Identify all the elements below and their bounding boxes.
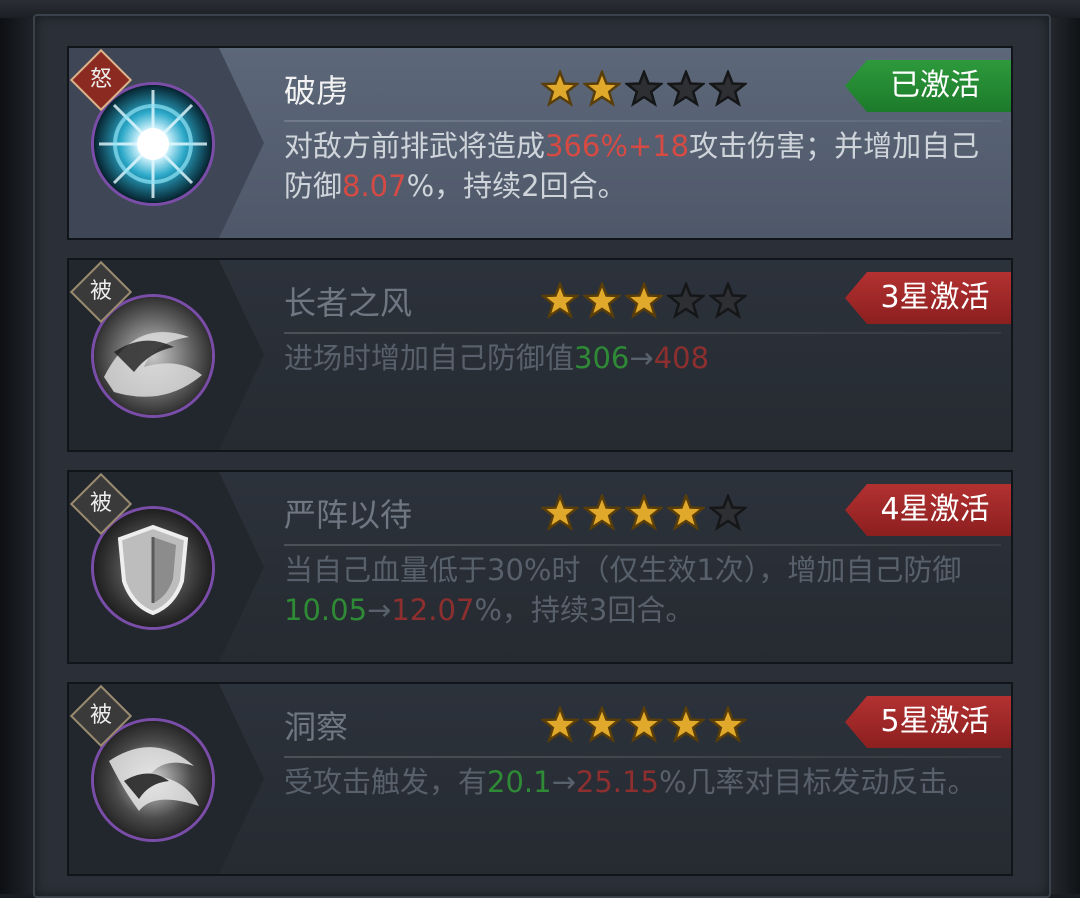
description-text: %，持续3回合。 — [474, 593, 695, 627]
description-text: 对敌方前排武将造成 — [284, 129, 546, 163]
star-filled-icon — [541, 706, 579, 743]
skill-card[interactable]: 被 严阵以待 当自己血量低于30%时（仅生效1次），增加自己防御 10.05→12… — [67, 470, 1013, 664]
star-filled-icon — [625, 706, 663, 743]
skill-type-badge: 被 — [89, 703, 112, 728]
skill-type-badge: 怒 — [89, 67, 112, 92]
skill-card[interactable]: 被 长者之风 进场时增加自己防御值306→408 3星激活 — [67, 258, 1013, 452]
star-filled-icon — [583, 494, 621, 531]
description-text: 进场时增加自己防御值 — [284, 341, 575, 375]
star-filled-icon — [583, 706, 621, 743]
skill-description: 受攻击触发，有20.1→25.15%几率对目标发动反击。 — [284, 762, 994, 802]
star-rating — [541, 70, 747, 108]
skill-name: 破虏 — [284, 72, 349, 110]
skill-name: 长者之风 — [284, 284, 413, 322]
description-text: 当自己血量低于30%时（仅生效1次），增加自己防御 — [284, 553, 962, 587]
description-text: 受攻击触发，有 — [284, 765, 488, 799]
star-filled-icon — [583, 70, 621, 107]
star-filled-icon — [541, 494, 579, 531]
star-empty-icon — [667, 282, 705, 319]
star-filled-icon — [667, 494, 705, 531]
star-empty-icon — [667, 70, 705, 107]
description-text: → — [367, 593, 392, 627]
value-highlight-green: 10.05 — [284, 593, 368, 627]
value-highlight-red: 12.07 — [391, 593, 475, 627]
skill-type-badge: 被 — [89, 279, 112, 304]
skill-description: 对敌方前排武将造成366%+18攻击伤害；并增加自己防御8.07%，持续2回合。 — [284, 126, 994, 206]
value-highlight-green: 306 — [574, 341, 630, 375]
description-text: → — [551, 765, 576, 799]
star-filled-icon — [541, 70, 579, 107]
skill-description: 当自己血量低于30%时（仅生效1次），增加自己防御 10.05→12.07%，持续… — [284, 550, 994, 630]
activation-status-tag: 3星激活 — [845, 272, 1011, 324]
description-text: %几率对目标发动反击。 — [658, 765, 977, 799]
divider — [284, 120, 1001, 122]
divider — [284, 544, 1001, 546]
star-rating — [541, 282, 747, 320]
skill-card[interactable]: 怒 破虏 对敌方前排武将造成366%+18攻击伤害；并增加自己防御8.07%，持… — [67, 46, 1013, 240]
star-filled-icon — [583, 282, 621, 319]
star-empty-icon — [709, 494, 747, 531]
skill-type-badge: 被 — [89, 491, 112, 516]
skill-name: 洞察 — [284, 708, 349, 746]
value-highlight-red: 408 — [653, 341, 710, 375]
skill-card[interactable]: 被 洞察 受攻击触发，有20.1→25.15%几率对目标发动反击。 5星激活 — [67, 682, 1013, 876]
star-filled-icon — [625, 282, 663, 319]
activation-status-tag: 5星激活 — [845, 696, 1011, 748]
value-highlight-red: 366%+18 — [545, 129, 690, 163]
skill-description: 进场时增加自己防御值306→408 — [284, 338, 994, 378]
star-empty-icon — [709, 70, 747, 107]
divider — [284, 756, 1001, 758]
star-rating — [541, 706, 747, 744]
divider — [284, 332, 1001, 334]
activation-status-tag: 4星激活 — [845, 484, 1011, 536]
skill-name: 严阵以待 — [284, 496, 413, 534]
value-highlight-red: 25.15 — [575, 765, 659, 799]
star-empty-icon — [625, 70, 663, 107]
value-highlight-green: 20.1 — [487, 765, 552, 799]
star-filled-icon — [625, 494, 663, 531]
star-rating — [541, 494, 747, 532]
star-empty-icon — [709, 282, 747, 319]
value-highlight-red: 8.07 — [342, 169, 407, 203]
activation-status-tag: 已激活 — [845, 60, 1011, 112]
star-filled-icon — [667, 706, 705, 743]
description-text: %，持续2回合。 — [406, 169, 627, 203]
description-text: → — [629, 341, 654, 375]
star-filled-icon — [541, 282, 579, 319]
star-filled-icon — [709, 706, 747, 743]
